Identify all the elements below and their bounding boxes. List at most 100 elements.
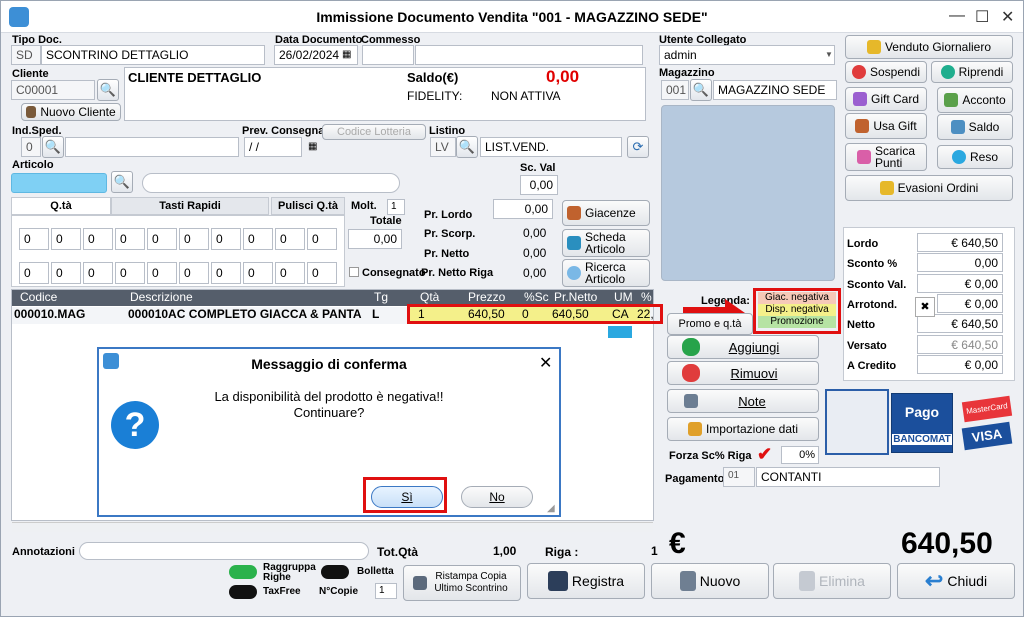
qty-box[interactable]: 0 bbox=[179, 262, 209, 284]
calendar-icon[interactable]: ▦ bbox=[342, 49, 351, 60]
total-value[interactable]: € 0,00 bbox=[917, 273, 1003, 293]
qty-box[interactable]: 0 bbox=[211, 262, 241, 284]
search-indsped-icon[interactable]: 🔍 bbox=[42, 136, 64, 158]
arrotond-clear-icon[interactable]: ✖ bbox=[915, 297, 935, 317]
total-value[interactable]: € 640,50 bbox=[917, 314, 1003, 334]
total-value[interactable]: € 640,50 bbox=[917, 334, 1003, 354]
visa-logo[interactable]: VISA bbox=[961, 421, 1013, 451]
tipo-doc-code[interactable]: SD bbox=[11, 45, 41, 65]
total-value[interactable]: 0,00 bbox=[917, 253, 1003, 273]
pagobancomat-logo[interactable]: Pago BANCOMAT bbox=[891, 393, 953, 453]
articolo-code-field[interactable] bbox=[11, 173, 107, 193]
elimina-button[interactable]: Elimina bbox=[773, 563, 891, 599]
qty-box[interactable]: 0 bbox=[83, 228, 113, 250]
col-um[interactable]: UM bbox=[614, 290, 633, 304]
scval-field[interactable]: 0,00 bbox=[520, 175, 558, 195]
venduto-giornaliero-button[interactable]: Venduto Giornaliero bbox=[845, 35, 1013, 59]
qty-box[interactable]: 0 bbox=[147, 228, 177, 250]
prev-consegna-field[interactable]: / / bbox=[244, 137, 302, 157]
dialog-close-button[interactable]: ✕ bbox=[539, 353, 552, 373]
aggiungi-button[interactable]: Aggiungi bbox=[667, 335, 819, 359]
molt-field[interactable]: 1 bbox=[387, 199, 405, 215]
sospendi-button[interactable]: Sospendi bbox=[845, 61, 927, 83]
rimuovi-button[interactable]: Rimuovi bbox=[667, 361, 819, 385]
qty-box[interactable]: 0 bbox=[19, 228, 49, 250]
cash-payment-logo[interactable] bbox=[825, 389, 889, 455]
minimize-button[interactable]: — bbox=[949, 7, 965, 25]
note-button[interactable]: Note bbox=[667, 389, 819, 413]
ristampa-button[interactable]: Ristampa Copia Ultimo Scontrino bbox=[403, 565, 521, 601]
qty-box[interactable]: 0 bbox=[307, 262, 337, 284]
qty-box[interactable]: 0 bbox=[243, 262, 273, 284]
no-button[interactable]: No bbox=[461, 486, 533, 508]
qty-box[interactable]: 0 bbox=[115, 262, 145, 284]
promo-qta-button[interactable]: Promo e q.tà bbox=[667, 313, 753, 335]
totale-field[interactable]: 0,00 bbox=[348, 229, 402, 249]
qty-box[interactable]: 0 bbox=[211, 228, 241, 250]
listino-field[interactable]: LIST.VEND. bbox=[480, 137, 622, 157]
acconto-button[interactable]: Acconto bbox=[937, 87, 1013, 113]
pr-lordo-field[interactable]: 0,00 bbox=[493, 199, 553, 219]
annotazioni-field[interactable] bbox=[79, 542, 369, 560]
magazzino-field[interactable]: MAGAZZINO SEDE bbox=[713, 80, 837, 100]
utente-field[interactable]: admin bbox=[659, 45, 835, 65]
evasioni-ordini-button[interactable]: Evasioni Ordini bbox=[845, 175, 1013, 201]
tipo-doc-field[interactable]: SCONTRINO DETTAGLIO bbox=[41, 45, 265, 65]
forza-sc-checkbox[interactable]: ✔ bbox=[757, 444, 772, 465]
col-descrizione[interactable]: Descrizione bbox=[130, 290, 193, 304]
maximize-button[interactable]: ☐ bbox=[975, 7, 989, 27]
qty-box[interactable]: 0 bbox=[51, 228, 81, 250]
saldo-button[interactable]: Saldo bbox=[937, 114, 1013, 140]
close-window-button[interactable]: ✕ bbox=[1001, 7, 1014, 27]
tab-pulisci-qta[interactable]: Pulisci Q.tà bbox=[271, 197, 345, 215]
chiudi-button[interactable]: ↩ Chiudi bbox=[897, 563, 1015, 599]
resize-grip-icon[interactable]: ◢ bbox=[547, 503, 555, 514]
tab-qta[interactable]: Q.tà bbox=[11, 197, 111, 215]
nuovo-button[interactable]: Nuovo bbox=[651, 563, 769, 599]
refresh-listino-icon[interactable]: ⟳ bbox=[627, 136, 649, 158]
ricerca-articolo-button[interactable]: Ricerca Articolo bbox=[562, 259, 650, 287]
qty-box[interactable]: 0 bbox=[51, 262, 81, 284]
col-tg[interactable]: Tg bbox=[374, 290, 388, 304]
qty-box[interactable]: 0 bbox=[147, 262, 177, 284]
importazione-dati-button[interactable]: Importazione dati bbox=[667, 417, 819, 441]
search-listino-icon[interactable]: 🔍 bbox=[456, 136, 478, 158]
col-prnetto[interactable]: Pr.Netto bbox=[554, 290, 597, 304]
qty-box[interactable]: 0 bbox=[115, 228, 145, 250]
forza-sc-field[interactable]: 0% bbox=[781, 446, 819, 464]
scheda-articolo-button[interactable]: Scheda Articolo bbox=[562, 229, 650, 257]
search-articolo-icon[interactable]: 🔍 bbox=[111, 171, 133, 193]
col-codice[interactable]: Codice bbox=[20, 290, 57, 304]
search-magazzino-icon[interactable]: 🔍 bbox=[690, 79, 712, 101]
col-prezzo[interactable]: Prezzo bbox=[468, 290, 505, 304]
col-iva[interactable]: % bbox=[641, 290, 652, 304]
taxfree-toggle[interactable] bbox=[229, 585, 257, 599]
ncopie-field[interactable]: 1 bbox=[375, 583, 397, 599]
horizontal-scrollbar[interactable] bbox=[12, 522, 653, 532]
codice-lotteria-button[interactable]: Codice Lotteria bbox=[322, 124, 426, 140]
indsped-desc-field[interactable] bbox=[65, 137, 239, 157]
consegnato-checkbox[interactable] bbox=[349, 267, 359, 277]
tab-tasti-rapidi[interactable]: Tasti Rapidi bbox=[111, 197, 269, 215]
gift-card-button[interactable]: Gift Card bbox=[845, 87, 927, 111]
total-value[interactable]: € 0,00 bbox=[917, 354, 1003, 374]
registra-button[interactable]: Registra bbox=[527, 563, 645, 599]
qty-box[interactable]: 0 bbox=[179, 228, 209, 250]
magazzino-code-field[interactable]: 001 bbox=[661, 80, 689, 100]
qty-box[interactable]: 0 bbox=[307, 228, 337, 250]
articolo-desc-field[interactable] bbox=[142, 173, 400, 193]
bolletta-toggle[interactable] bbox=[321, 565, 349, 579]
qty-box[interactable]: 0 bbox=[243, 228, 273, 250]
search-cliente-icon[interactable]: 🔍 bbox=[97, 79, 119, 101]
pagamento-code-field[interactable]: 01 bbox=[723, 467, 755, 487]
reso-button[interactable]: Reso bbox=[937, 145, 1013, 169]
nuovo-cliente-button[interactable]: Nuovo Cliente bbox=[21, 103, 121, 121]
total-value[interactable]: € 640,50 bbox=[917, 233, 1003, 252]
total-value[interactable]: € 0,00 bbox=[937, 293, 1003, 313]
giacenze-button[interactable]: Giacenze bbox=[562, 200, 650, 226]
raggruppa-toggle[interactable] bbox=[229, 565, 257, 579]
qty-box[interactable]: 0 bbox=[19, 262, 49, 284]
calendar-icon-2[interactable]: ▦ bbox=[308, 141, 317, 152]
usa-gift-button[interactable]: Usa Gift bbox=[845, 113, 927, 139]
qty-box[interactable]: 0 bbox=[83, 262, 113, 284]
